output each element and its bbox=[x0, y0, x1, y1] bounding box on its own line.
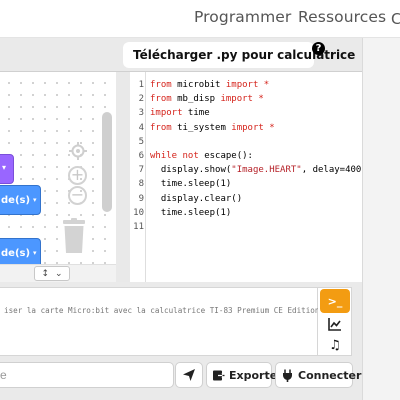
code-editor[interactable]: 1 2 3 4 5 6 7 8 9 10 11 from microbit import * from… bbox=[130, 72, 362, 282]
zoom-out-icon[interactable]: − bbox=[68, 186, 87, 205]
code-keyword: from bbox=[150, 122, 172, 133]
terminal-button[interactable]: >_ bbox=[320, 289, 350, 313]
line-number: 1 bbox=[138, 80, 144, 90]
code-token: display.clear() bbox=[150, 193, 243, 204]
export-button[interactable]: Exporter bbox=[206, 362, 283, 388]
block-label: de(s) bbox=[1, 247, 31, 259]
code-keyword: import bbox=[225, 80, 259, 90]
blocks-workspace[interactable]: ▾ de(s) ▾ de(s) ▾ + − bbox=[0, 72, 116, 282]
nav-programmer[interactable]: Programmer bbox=[194, 8, 291, 26]
code-keyword: while bbox=[150, 151, 178, 161]
workspace-resize-button[interactable]: ↕ ⌄ bbox=[34, 266, 70, 281]
code-keyword: * bbox=[252, 94, 264, 105]
code-line[interactable]: time.sleep(1) bbox=[150, 206, 231, 220]
line-number: 8 bbox=[138, 179, 144, 190]
line-number: 4 bbox=[138, 122, 144, 133]
plug-icon bbox=[283, 369, 292, 382]
code-token: , delay=400, wait=Tr bbox=[301, 165, 362, 176]
code-keyword: not bbox=[182, 151, 199, 161]
block-caret[interactable]: ▾ bbox=[33, 249, 37, 257]
code-line[interactable]: time.sleep(1) bbox=[150, 177, 231, 191]
code-token: escape(): bbox=[198, 151, 253, 161]
line-number: 11 bbox=[133, 222, 144, 232]
block-blue-seconds[interactable]: de(s) ▾ bbox=[0, 185, 41, 215]
line-number: 5 bbox=[138, 136, 144, 147]
nav-item-cut-off[interactable]: C bbox=[391, 10, 400, 28]
code-line[interactable]: from mb_disp import * bbox=[150, 92, 264, 106]
bottom-strip bbox=[0, 393, 362, 400]
export-icon bbox=[213, 370, 225, 380]
code-line[interactable]: display.clear() bbox=[150, 192, 242, 206]
page-scrollbar[interactable] bbox=[362, 38, 400, 400]
line-chart-icon[interactable] bbox=[327, 316, 343, 332]
code-keyword: from bbox=[150, 80, 172, 90]
block-caret[interactable]: ▾ bbox=[33, 196, 37, 204]
music-note-icon[interactable]: ♫ bbox=[327, 338, 343, 354]
zoom-in-icon[interactable]: + bbox=[68, 166, 87, 185]
line-number-gutter: 1 2 3 4 5 6 7 8 9 10 11 bbox=[130, 72, 146, 282]
code-keyword: import bbox=[220, 94, 253, 105]
code-line[interactable]: display.show("Image.HEART", delay=400, w… bbox=[150, 163, 362, 177]
block-purple[interactable]: ▾ bbox=[0, 154, 14, 184]
code-keyword: * bbox=[258, 80, 270, 90]
connect-button[interactable]: Connecter bbox=[275, 362, 361, 388]
line-number: 3 bbox=[138, 108, 144, 119]
console-output: iser la carte Micro:bit avec la calculat… bbox=[0, 287, 320, 356]
code-token: mb_disp bbox=[171, 94, 221, 105]
code-line[interactable]: from ti_system import * bbox=[150, 121, 275, 135]
console-input[interactable] bbox=[0, 362, 174, 388]
code-token: ti_system bbox=[171, 122, 232, 133]
code-token: time.sleep(1) bbox=[150, 207, 232, 218]
resize-vertical-icon: ↕ bbox=[41, 268, 49, 279]
line-number: 2 bbox=[138, 94, 144, 105]
trash-icon[interactable] bbox=[62, 218, 86, 254]
line-number: 6 bbox=[138, 151, 144, 161]
send-button[interactable] bbox=[175, 362, 203, 388]
console-message: iser la carte Micro:bit avec la calculat… bbox=[4, 306, 320, 315]
code-token: time bbox=[182, 108, 210, 119]
line-number: 7 bbox=[138, 165, 144, 176]
paper-plane-icon bbox=[183, 369, 195, 381]
block-label: de(s) bbox=[1, 194, 31, 206]
code-keyword: from bbox=[150, 94, 172, 105]
code-keyword: import bbox=[150, 108, 183, 119]
code-token: time.sleep(1) bbox=[150, 179, 232, 190]
code-line[interactable]: while not escape(): bbox=[150, 149, 253, 163]
workspace-scrollbar[interactable] bbox=[102, 112, 112, 212]
editor-separator[interactable] bbox=[116, 72, 130, 282]
toolbar: Télécharger .py pour calculatrice ? bbox=[0, 38, 362, 72]
code-token: microbit bbox=[171, 80, 226, 90]
line-number: 9 bbox=[138, 193, 144, 204]
top-navigation: Programmer Ressources C bbox=[0, 0, 400, 38]
question-circle-icon[interactable]: ? bbox=[312, 42, 325, 55]
nav-ressources[interactable]: Ressources bbox=[298, 8, 386, 26]
line-number: 10 bbox=[133, 207, 144, 218]
block-caret: ▾ bbox=[2, 163, 7, 172]
recenter-icon[interactable] bbox=[69, 142, 87, 160]
chevron-down-icon: ⌄ bbox=[55, 268, 63, 279]
code-keyword: * bbox=[263, 122, 275, 133]
code-line[interactable]: import time bbox=[150, 106, 210, 120]
connect-label: Connecter bbox=[298, 368, 362, 382]
code-string: "Image.HEART" bbox=[231, 165, 302, 176]
code-line[interactable]: from microbit import * bbox=[150, 78, 269, 92]
code-token: display.show( bbox=[150, 165, 232, 176]
download-py-button[interactable]: Télécharger .py pour calculatrice bbox=[123, 42, 355, 68]
code-keyword: import bbox=[231, 122, 264, 133]
